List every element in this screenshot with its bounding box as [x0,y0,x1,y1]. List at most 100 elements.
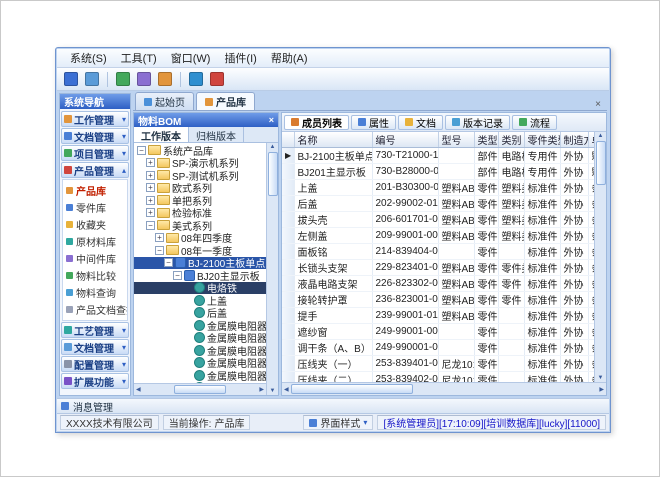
column-header-类型[interactable]: 类型 [474,132,498,148]
tree-node[interactable]: −BJ20主显示板 [134,269,266,282]
table-row[interactable]: 压线夹（二）253-839402-00E尼龙1010零件标准件外协条 [282,372,594,383]
message-panel-bar[interactable]: 消息管理 [57,398,609,413]
scroll-up-icon[interactable]: ▲ [598,133,604,139]
table-row[interactable]: 提手239-99001-01E塑料ABS零件标准件外协条 [282,308,594,324]
tree-node[interactable]: 上盖 [134,294,266,307]
bom-tab-归档版本[interactable]: 归档版本 [189,127,244,142]
tab-版本记录[interactable]: 版本记录 [445,115,510,130]
column-header-零件类型[interactable]: 零件类型 [524,132,560,148]
scroll-thumb[interactable] [291,384,413,394]
tree-horizontal-scrollbar[interactable]: ◀ ▶ [134,383,266,395]
expander-icon[interactable]: + [146,196,155,205]
nav-group-工作管理[interactable]: 工作管理▾ [61,111,129,127]
tab-成员列表[interactable]: 成员列表 [284,115,349,130]
tree-node[interactable]: −BJ-2100主板单点 [134,257,266,270]
expander-icon[interactable]: − [173,271,182,280]
expander-icon[interactable]: − [137,146,146,155]
tree-node[interactable]: 金属膜电阻器 [134,369,266,382]
menu-item[interactable]: 系统(S) [63,49,114,67]
toolbar-button[interactable] [187,70,205,88]
tree-node[interactable]: 金属膜电阻器 [134,332,266,345]
column-header-名称[interactable]: 名称 [294,132,372,148]
scroll-thumb[interactable] [596,141,606,185]
nav-item-物料查询[interactable]: 物料查询 [63,284,127,301]
menu-item[interactable]: 工具(T) [114,49,164,67]
table-row[interactable]: ▶BJ-2100主板单点730-T21000-12E部件电路板专用件外协颗 [282,148,594,164]
expander-icon[interactable]: + [146,183,155,192]
toolbar-button[interactable] [208,70,226,88]
tree-node[interactable]: 金属膜电阻器 [134,319,266,332]
nav-group-项目管理[interactable]: 项目管理▾ [61,145,129,161]
table-row[interactable]: 压线夹（一）253-839401-00E尼龙1010零件标准件外协条 [282,356,594,372]
tree-node[interactable]: 金属膜电阻器 [134,357,266,370]
nav-item-原材料库[interactable]: 原材料库 [63,233,127,250]
nav-group-文档管理[interactable]: 文档管理▾ [61,339,129,355]
table-row[interactable]: BJ201主显示板730-B28000-04E部件电路板专用件外协颗 [282,164,594,180]
scroll-right-icon[interactable]: ▶ [599,386,604,393]
nav-group-工艺管理[interactable]: 工艺管理▾ [61,322,129,338]
nav-group-文档管理[interactable]: 文档管理▾ [61,128,129,144]
expander-icon[interactable]: − [155,246,164,255]
tab-文档[interactable]: 文档 [398,115,443,130]
nav-item-收藏夹[interactable]: 收藏夹 [63,216,127,233]
toolbar-button[interactable] [135,70,153,88]
tree-node[interactable]: +欧式系列 [134,182,266,195]
tree-vertical-scrollbar[interactable]: ▲ ▼ [266,143,278,395]
nav-item-物料比较[interactable]: 物料比较 [63,267,127,284]
nav-item-中间件库[interactable]: 中间件库 [63,250,127,267]
tree-node[interactable]: −系统产品库 [134,144,266,157]
close-icon[interactable]: × [269,115,274,125]
table-row[interactable]: 拔头壳206-601701-01E塑料ABS零件塑料类标准件外协条 [282,212,594,228]
tree-node[interactable]: 电烙铁 [134,282,266,295]
toolbar-button[interactable] [156,70,174,88]
table-row[interactable]: 液晶电路支架226-823302-00E塑料ABS零件零件标准件外协条 [282,276,594,292]
table-row[interactable]: 后盖202-99002-01E塑料ABS零件塑料类标准件外协条 [282,196,594,212]
nav-item-零件库[interactable]: 零件库 [63,199,127,216]
scroll-thumb[interactable] [268,152,278,196]
tree-node[interactable]: +检验标准 [134,207,266,220]
menu-item[interactable]: 帮助(A) [264,49,315,67]
tree-node[interactable]: 金属膜电阻器 [134,344,266,357]
table-row[interactable]: 遮纱窗249-99001-00E零件标准件外协条 [282,324,594,340]
column-header-编号[interactable]: 编号 [372,132,438,148]
expander-icon[interactable]: + [146,171,155,180]
tree-node[interactable]: +08年四季度 [134,232,266,245]
tree-node[interactable]: −08年一季度 [134,244,266,257]
table-row[interactable]: 左侧盖209-99001-00E塑料ABS零件塑料类标准件外协条 [282,228,594,244]
menu-item[interactable]: 窗口(W) [164,49,218,67]
tab-属性[interactable]: 属性 [351,115,396,130]
scroll-thumb[interactable] [174,385,226,394]
nav-group-配置管理[interactable]: 配置管理▾ [61,356,129,372]
table-row[interactable]: 接轮转护罩236-823001-00E塑料ABS零件零件标准件外协条 [282,292,594,308]
nav-group-扩展功能[interactable]: 扩展功能▾ [61,373,129,389]
tree-node[interactable]: +单把系列 [134,194,266,207]
expander-icon[interactable]: + [146,158,155,167]
toolbar-button[interactable] [114,70,132,88]
toolbar-button[interactable] [62,70,80,88]
nav-group-产品管理[interactable]: 产品管理▴ [61,162,129,178]
table-row[interactable]: 上盖201-B30300-00E塑料ABS零件塑料类标准件外协条 [282,180,594,196]
scroll-down-icon[interactable]: ▼ [598,375,604,381]
scroll-left-icon[interactable]: ◀ [284,386,289,393]
scroll-down-icon[interactable]: ▼ [270,388,276,394]
ui-style-select[interactable]: 界面样式 ▾ [303,415,373,430]
table-row[interactable]: 面板铭214-839404-01E零件标准件外协条 [282,244,594,260]
table-horizontal-scrollbar[interactable]: ◀ ▶ [282,382,606,395]
column-header-制造方式[interactable]: 制造方式 [560,132,588,148]
tab-流程[interactable]: 流程 [512,115,557,130]
expander-icon[interactable]: + [146,208,155,217]
expander-icon[interactable]: − [164,258,173,267]
scroll-left-icon[interactable]: ◀ [136,386,141,393]
tree-node[interactable]: 后盖 [134,307,266,320]
bom-tab-工作版本[interactable]: 工作版本 [134,127,189,142]
column-header-类别[interactable]: 类别 [498,132,524,148]
tab-起始页[interactable]: 起始页 [135,92,194,110]
scroll-up-icon[interactable]: ▲ [270,144,276,150]
toolbar-button[interactable] [83,70,101,88]
nav-item-产品库[interactable]: 产品库 [63,182,127,199]
expander-icon[interactable]: + [155,233,164,242]
menu-item[interactable]: 插件(I) [217,49,263,67]
nav-item-产品文档查找[interactable]: 产品文档查找 [63,301,127,318]
tree-node[interactable]: −美式系列 [134,219,266,232]
table-row[interactable]: 长锁头支架229-823401-00E塑料ABS零件零件类标准件外协条 [282,260,594,276]
